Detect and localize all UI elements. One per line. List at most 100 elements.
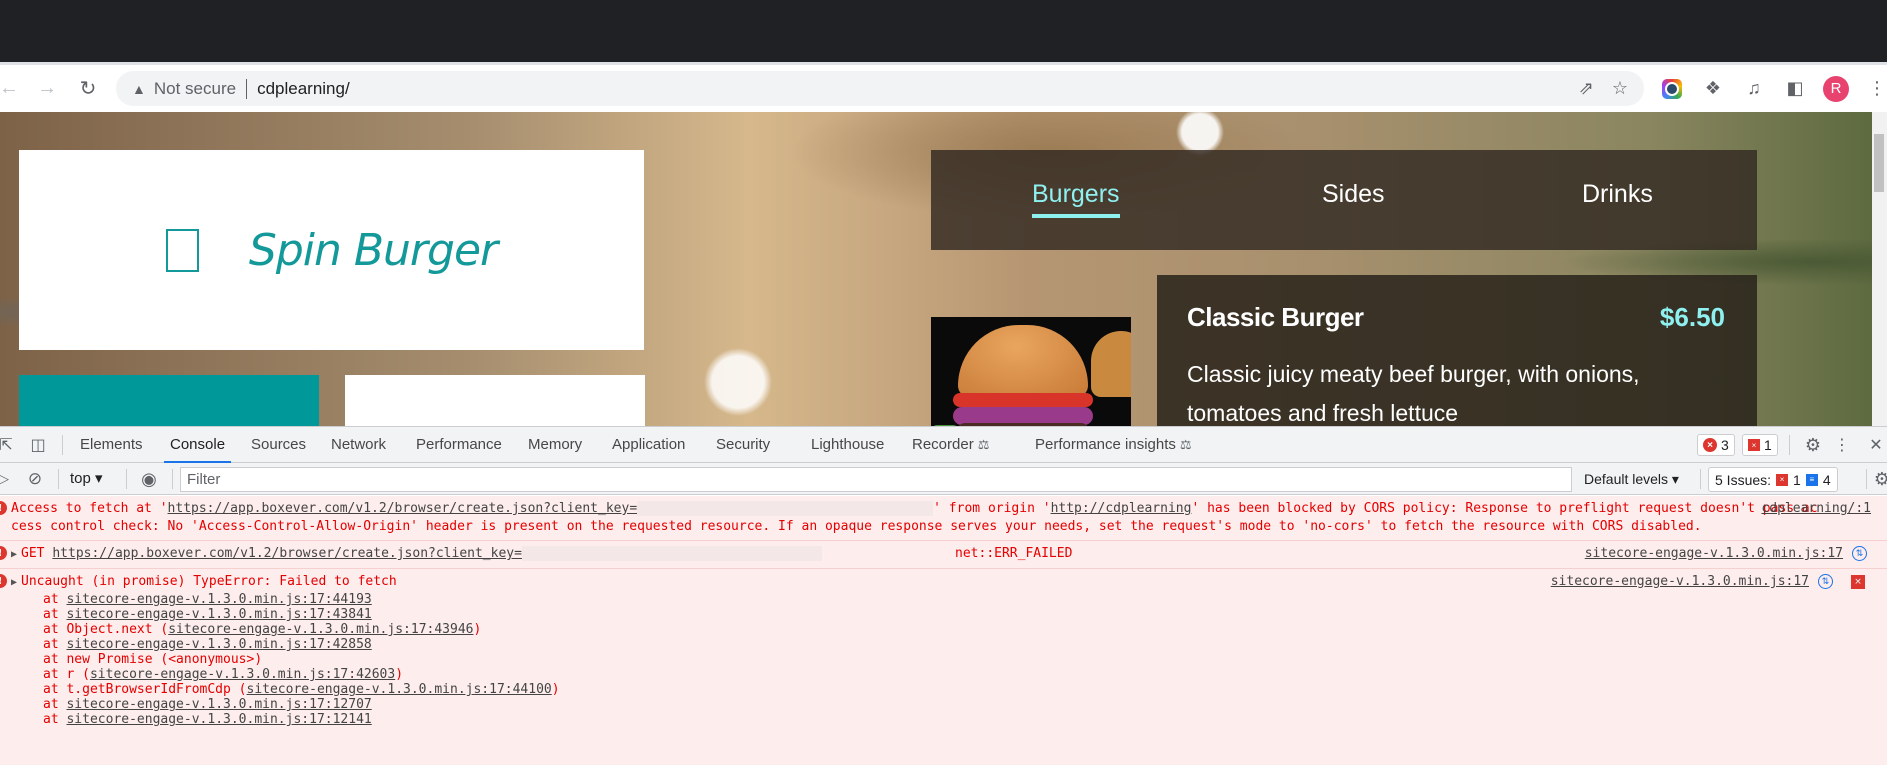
issues-button[interactable]: 5 Issues: × 1 ≡ 4 [1708,467,1838,492]
warning-icon[interactable]: ▲ [132,81,146,97]
divider [172,469,173,489]
tab-performance-insights[interactable]: Performance insights ⚖ [1035,427,1192,463]
extensions-icon[interactable]: ❖ [1699,75,1727,103]
side-panel-icon[interactable]: ◧ [1781,75,1809,103]
window-titlebar [0,0,1887,62]
stack-link[interactable]: sitecore-engage-v.1.3.0.min.js:17:12141 [66,712,371,727]
item-name: Classic Burger [1187,302,1364,332]
issues-label: 5 Issues: [1715,471,1772,488]
close-devtools-icon[interactable]: ✕ [1866,427,1886,463]
page-scrollbar[interactable] [1872,112,1887,426]
back-icon[interactable]: ← [0,71,26,105]
stack-link[interactable]: sitecore-engage-v.1.3.0.min.js:17:43841 [66,607,371,622]
tab-memory[interactable]: Memory [528,427,582,463]
network-request-icon[interactable]: ⇅ [1818,574,1833,589]
tab-console[interactable]: Console [163,427,232,463]
filter-input[interactable] [180,467,1572,492]
issues-red-count: 1 [1793,471,1801,488]
flask-icon: ⚖ [1179,437,1192,452]
expand-triangle-icon[interactable]: ▶ [11,549,17,560]
request-url-link[interactable]: https://app.boxever.com/v1.2/browser/cre… [52,546,522,561]
inspect-element-icon[interactable]: ⇱ [0,427,16,463]
scrollbar-thumb[interactable] [1874,134,1884,192]
clear-console-icon[interactable]: ⊘ [24,463,46,495]
tab-network[interactable]: Network [331,427,386,463]
avatar[interactable]: R [1822,75,1850,103]
source-link[interactable]: sitecore-engage-v.1.3.0.min.js:17 [1551,573,1809,591]
source-link[interactable]: cdplearning/:1 [1761,500,1871,518]
address-bar[interactable]: ▲ Not secure cdplearning/ ⇗ ☆ [116,71,1644,106]
item-price: $6.50 [1659,302,1725,332]
security-label[interactable]: Not secure [154,79,236,99]
logo-card[interactable]: Spin Burger [19,150,644,350]
error-count-badge[interactable]: × 3 [1697,434,1735,456]
stack-link[interactable]: sitecore-engage-v.1.3.0.min.js:17:44193 [66,592,371,607]
stack-frame: at Object.next (sitecore-engage-v.1.3.0.… [43,622,482,637]
more-options-icon[interactable]: ⋮ [1834,427,1850,463]
network-request-icon[interactable]: ⇅ [1852,546,1867,561]
stack-link[interactable]: sitecore-engage-v.1.3.0.min.js:17:44100 [247,682,552,697]
tab-sources[interactable]: Sources [251,427,306,463]
origin-link[interactable]: http://cdplearning [1051,501,1192,516]
stack-link[interactable]: sitecore-engage-v.1.3.0.min.js:17:42858 [66,637,371,652]
divider [126,469,127,489]
tab-application[interactable]: Application [612,427,685,463]
sidebar-toggle-icon[interactable]: ▷ [0,463,12,495]
error-count: 3 [1721,437,1729,453]
issue-count-badge[interactable]: × 1 [1742,434,1778,456]
divider [58,469,59,489]
live-expression-eye-icon[interactable]: ◉ [136,463,162,495]
media-icon[interactable]: ♫ [1740,75,1768,103]
console-message-get: ! ▶ GET https://app.boxever.com/v1.2/brow… [0,541,1887,569]
context-select[interactable]: top ▾ [70,463,103,495]
devtools-tabbar: ⇱ ◫ Elements Console Sources Network Per… [0,427,1887,463]
menu-icon[interactable]: ⋮ [1863,75,1887,103]
tab-elements[interactable]: Elements [80,427,143,463]
issue-icon[interactable]: × [1851,575,1865,589]
console-settings-icon[interactable]: ⚙ [1872,463,1887,495]
http-method: GET [21,546,45,561]
divider [1789,435,1790,455]
menu-item-card[interactable]: Classic Burger $6.50 Classic juicy meaty… [1157,275,1757,426]
tab-performance[interactable]: Performance [416,427,502,463]
star-icon[interactable]: ☆ [1612,78,1628,99]
tab-lighthouse[interactable]: Lighthouse [811,427,884,463]
issues-blue-count: 4 [1822,471,1831,488]
stack-frame: at sitecore-engage-v.1.3.0.min.js:17:428… [43,637,372,652]
share-icon[interactable]: ⇗ [1579,78,1594,99]
issue-info-icon: ≡ [1805,473,1818,486]
log-levels-dropdown[interactable]: Default levels ▾ [1584,463,1679,495]
tab-recorder-label: Recorder [912,436,974,453]
settings-gear-icon[interactable]: ⚙ [1801,427,1825,463]
stack-link[interactable]: sitecore-engage-v.1.3.0.min.js:17:42603 [90,667,395,682]
device-toolbar-icon[interactable]: ◫ [26,427,50,463]
expand-triangle-icon[interactable]: ▶ [11,577,17,588]
error-icon: × [1703,438,1717,452]
source-link[interactable]: sitecore-engage-v.1.3.0.min.js:17 [1585,545,1843,563]
lens-extension-icon[interactable] [1658,75,1686,103]
console-message-uncaught: ! ▶ Uncaught (in promise) TypeError: Fail… [0,569,1887,731]
tab-drinks[interactable]: Drinks [1582,180,1653,209]
request-url-link[interactable]: https://app.boxever.com/v1.2/browser/cre… [168,501,638,516]
browser-toolbar: ← → ↻ ▲ Not secure cdplearning/ ⇗ ☆ ❖ ♫ … [0,65,1887,112]
stack-frame: at sitecore-engage-v.1.3.0.min.js:17:438… [43,607,372,622]
stack-link[interactable]: sitecore-engage-v.1.3.0.min.js:17:12707 [66,697,371,712]
devtools-panel: ⇱ ◫ Elements Console Sources Network Per… [0,426,1887,765]
stack-link[interactable]: sitecore-engage-v.1.3.0.min.js:17:43946 [168,622,473,637]
issue-error-icon: × [1776,473,1789,486]
stack-frame: at r (sitecore-engage-v.1.3.0.min.js:17:… [43,667,404,682]
web-page: Spin Burger Burgers Sides Drinks Classic… [0,112,1872,426]
tab-burgers[interactable]: Burgers [1032,180,1120,218]
stack-frame: at sitecore-engage-v.1.3.0.min.js:17:127… [43,697,372,712]
url-text[interactable]: cdplearning/ [257,79,350,99]
console-toolbar: ▷ ⊘ top ▾ ◉ Default levels ▾ 5 Issues: ×… [0,463,1887,495]
tab-security[interactable]: Security [716,427,770,463]
tab-sides[interactable]: Sides [1322,180,1385,209]
tab-recorder[interactable]: Recorder ⚖ [912,427,989,463]
menu-category-nav: Burgers Sides Drinks [931,150,1757,250]
levels-label: Default levels [1584,471,1669,487]
forward-icon[interactable]: → [30,71,64,105]
reload-icon[interactable]: ↻ [71,71,105,105]
burger-image [931,317,1131,426]
redacted-key [637,501,934,516]
